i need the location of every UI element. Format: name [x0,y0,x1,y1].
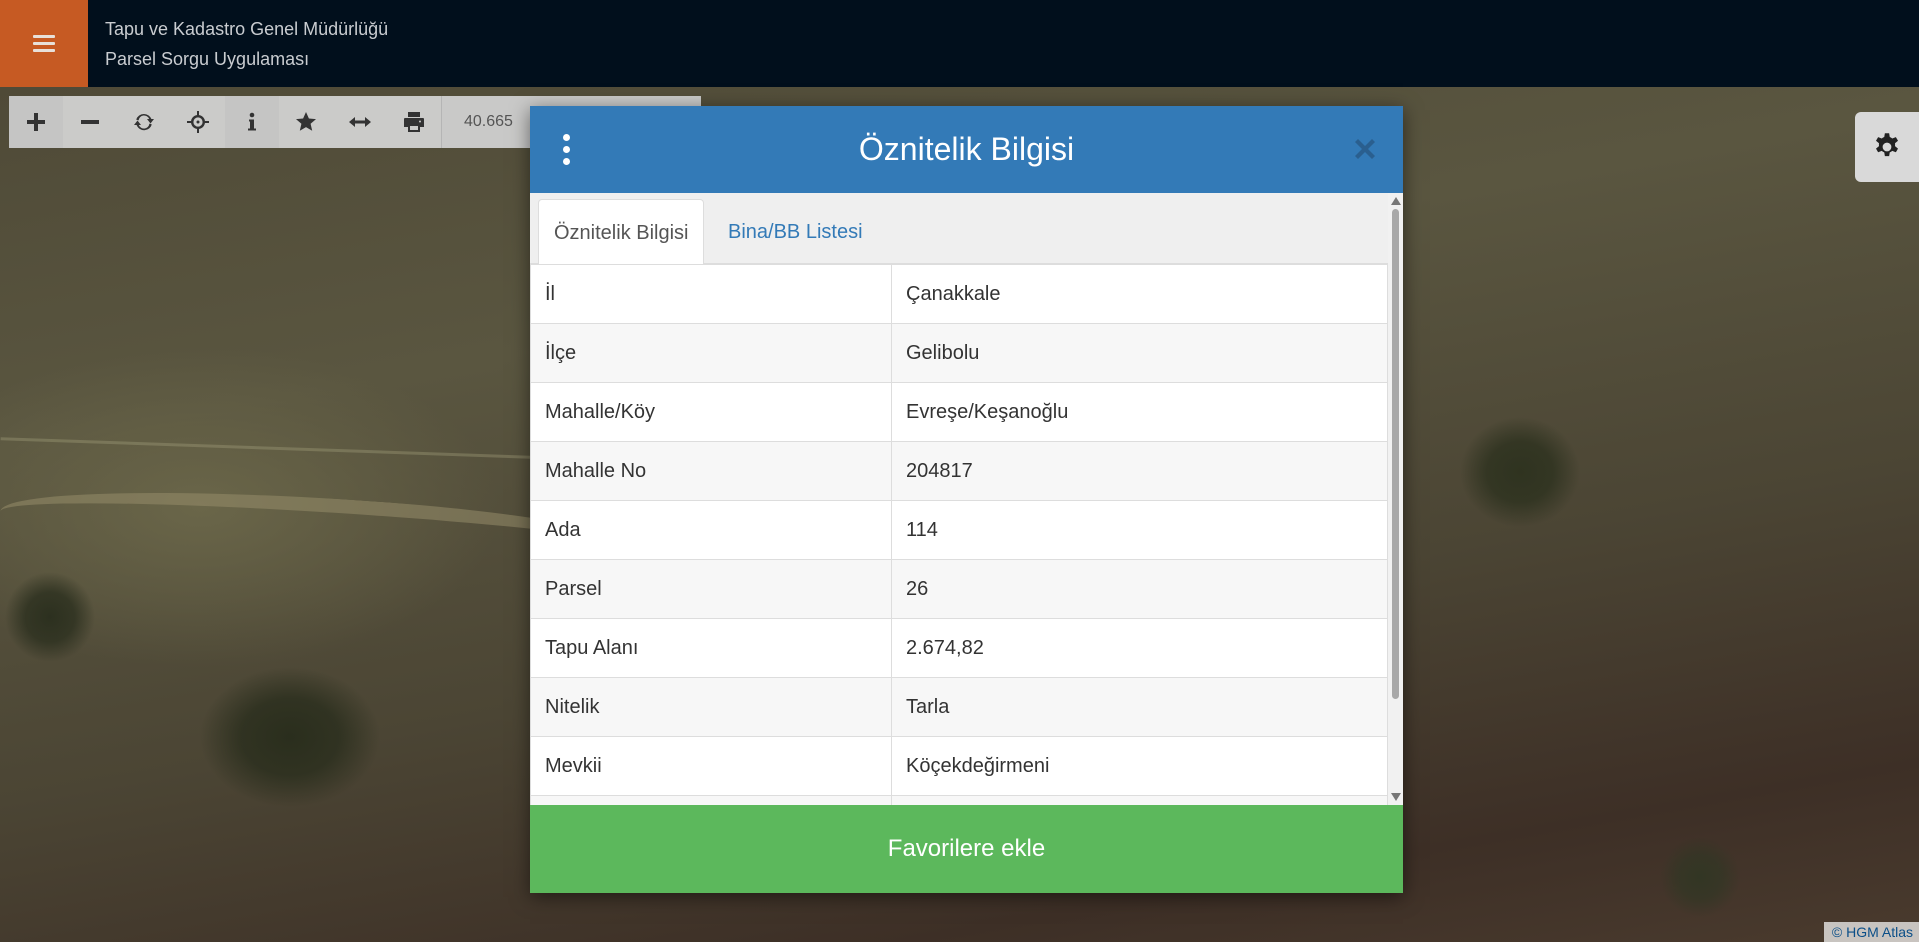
measure-button[interactable] [333,96,387,148]
zoom-out-button[interactable] [63,96,117,148]
hamburger-icon [33,34,55,53]
info-icon [248,112,256,131]
print-icon [404,112,424,132]
attribute-value-empty [891,795,1388,805]
org-name: Tapu ve Kadastro Genel Müdürlüğü [105,19,389,39]
attribute-key: Mahalle/Köy [530,382,892,442]
minus-icon [81,120,99,124]
info-button[interactable] [225,96,279,148]
close-icon [1355,139,1375,159]
app-header: Tapu ve Kadastro Genel Müdürlüğü Parsel … [0,0,1919,87]
tab-building-list[interactable]: Bina/BB Listesi [713,199,878,265]
map-road [0,475,622,579]
attribute-value: Tarla [891,677,1388,737]
add-to-favorites-button[interactable]: Favorilere ekle [530,805,1403,893]
dialog-menu-button[interactable] [560,132,572,166]
table-row: Mevkii Köçekdeğirmeni [530,736,1388,796]
map-attribution[interactable]: © HGM Atlas [1823,922,1919,942]
dialog-title: Öznitelik Bilgisi [858,131,1075,167]
favorites-button[interactable] [279,96,333,148]
app-name: Parsel Sorgu Uygulaması [105,49,310,69]
dialog-body: Öznitelik Bilgisi Bina/BB Listesi İl Çan… [530,193,1403,805]
attribute-key: Mevkii [530,736,892,796]
map-track [0,437,561,487]
table-row: İlçe Gelibolu [530,323,1388,383]
attribute-value: Gelibolu [891,323,1388,383]
arrows-h-icon [349,117,371,127]
attribute-key: Tapu Alanı [530,618,892,678]
attribute-info-dialog: Öznitelik Bilgisi Öznitelik Bilgisi Bina… [530,106,1403,893]
refresh-icon [134,113,154,131]
menu-button[interactable] [0,0,88,87]
attribute-value: 26 [891,559,1388,619]
attribute-value: Köçekdeğirmeni [891,736,1388,796]
dialog-scrollbar[interactable] [1388,193,1403,805]
app-title: Tapu ve Kadastro Genel Müdürlüğü Parsel … [105,14,388,74]
attribute-key: İl [530,264,892,324]
table-row [530,795,1388,805]
star-icon [296,112,316,131]
attribute-key: Ada [530,500,892,560]
attribute-value: 2.674,82 [891,618,1388,678]
dialog-tabs: Öznitelik Bilgisi Bina/BB Listesi [530,193,1388,265]
dialog-header: Öznitelik Bilgisi [530,106,1403,193]
attribute-key: Parsel [530,559,892,619]
scroll-down-arrow-icon[interactable] [1391,793,1401,801]
tab-attribute-info[interactable]: Öznitelik Bilgisi [538,199,705,265]
plus-icon [27,113,45,131]
attribute-value: Evreşe/Keşanoğlu [891,382,1388,442]
refresh-button[interactable] [117,96,171,148]
attribute-value: Çanakkale [891,264,1388,324]
crosshair-icon [187,111,209,133]
attribute-key: Mahalle No [530,441,892,501]
table-row: İl Çanakkale [530,264,1388,324]
table-row: Mahalle/Köy Evreşe/Keşanoğlu [530,382,1388,442]
attribute-key-empty [530,795,892,805]
print-button[interactable] [387,96,441,148]
attribute-value: 204817 [891,441,1388,501]
gear-icon [1876,133,1898,157]
dialog-close-button[interactable] [1350,134,1380,164]
scrollbar-thumb[interactable] [1392,209,1399,699]
attribute-value: 114 [891,500,1388,560]
settings-button[interactable] [1855,112,1919,182]
table-row: Mahalle No 204817 [530,441,1388,501]
table-row: Ada 114 [530,500,1388,560]
table-row: Tapu Alanı 2.674,82 [530,618,1388,678]
table-row: Nitelik Tarla [530,677,1388,737]
table-row: Parsel 26 [530,559,1388,619]
zoom-in-button[interactable] [9,96,63,148]
attribute-table: İl Çanakkale İlçe Gelibolu Mahalle/Köy E… [530,264,1388,805]
locate-button[interactable] [171,96,225,148]
attribute-key: İlçe [530,323,892,383]
scroll-up-arrow-icon[interactable] [1391,197,1401,205]
attribute-key: Nitelik [530,677,892,737]
